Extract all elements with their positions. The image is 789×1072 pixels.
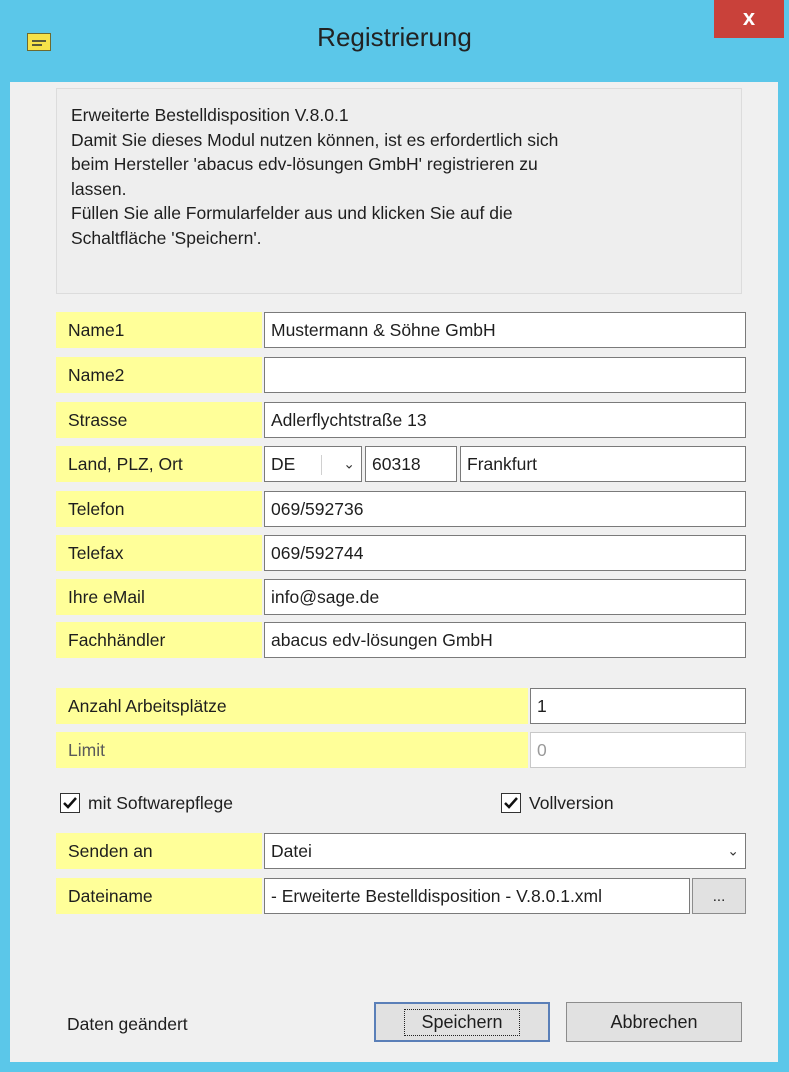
save-button-label: Speichern xyxy=(404,1008,520,1036)
fachhaendler-label: Fachhändler xyxy=(56,622,262,658)
info-line: Erweiterte Bestelldisposition V.8.0.1 xyxy=(71,105,349,125)
telefon-field[interactable]: 069/592736 xyxy=(264,491,746,527)
land-select[interactable]: DE ⌄ xyxy=(264,446,362,482)
cancel-button[interactable]: Abbrechen xyxy=(566,1002,742,1042)
combo-divider xyxy=(321,455,322,475)
email-label: Ihre eMail xyxy=(56,579,262,615)
checkmark-icon xyxy=(63,797,77,809)
land-plz-ort-label: Land, PLZ, Ort xyxy=(56,446,262,482)
telefax-label: Telefax xyxy=(56,535,262,571)
vollversion-label[interactable]: Vollversion xyxy=(529,793,614,814)
chevron-down-icon[interactable]: ⌄ xyxy=(343,456,355,473)
registration-window: Registrierung x Erweiterte Bestelldispos… xyxy=(0,0,789,1072)
checkmark-icon xyxy=(504,797,518,809)
fachhaendler-field[interactable]: abacus edv-lösungen GmbH xyxy=(264,622,746,658)
dateiname-label: Dateiname xyxy=(56,878,262,914)
info-line: Schaltfläche 'Speichern'. xyxy=(71,227,262,248)
name2-field[interactable] xyxy=(264,357,746,393)
status-text: Daten geändert xyxy=(67,1014,188,1034)
strasse-field[interactable]: Adlerflychtstraße 13 xyxy=(264,402,746,438)
info-line: lassen. xyxy=(71,178,127,199)
plz-field[interactable]: 60318 xyxy=(365,446,457,482)
dateiname-field[interactable]: - Erweiterte Bestelldisposition - V.8.0.… xyxy=(264,878,690,914)
softwarepflege-label[interactable]: mit Softwarepflege xyxy=(88,793,233,814)
limit-label: Limit xyxy=(56,732,528,768)
browse-button[interactable]: ... xyxy=(692,878,746,914)
anzahl-label: Anzahl Arbeitsplätze xyxy=(56,688,528,724)
info-line: Damit Sie dieses Modul nutzen können, is… xyxy=(71,129,559,150)
window-title: Registrierung xyxy=(317,22,472,52)
name2-label: Name2 xyxy=(56,357,262,393)
vollversion-checkbox[interactable] xyxy=(501,793,521,813)
senden-an-value: Datei xyxy=(271,840,312,861)
telefon-label: Telefon xyxy=(56,491,262,527)
senden-an-select[interactable]: Datei ⌄ xyxy=(264,833,746,869)
chevron-down-icon[interactable]: ⌄ xyxy=(727,843,739,860)
land-value: DE xyxy=(271,453,296,474)
name1-field[interactable]: Mustermann & Söhne GmbH xyxy=(264,312,746,348)
info-line: beim Hersteller 'abacus edv-lösungen Gmb… xyxy=(71,154,538,174)
strasse-label: Strasse xyxy=(56,402,262,438)
save-button[interactable]: Speichern xyxy=(374,1002,550,1042)
limit-field: 0 xyxy=(530,732,746,768)
email-field[interactable]: info@sage.de xyxy=(264,579,746,615)
info-box: Erweiterte Bestelldisposition V.8.0.1 Da… xyxy=(56,88,742,294)
anzahl-field[interactable]: 1 xyxy=(530,688,746,724)
ort-field[interactable]: Frankfurt xyxy=(460,446,746,482)
info-line: Füllen Sie alle Formularfelder aus und k… xyxy=(71,203,513,223)
dialog-body: Erweiterte Bestelldisposition V.8.0.1 Da… xyxy=(10,82,778,1062)
senden-an-label: Senden an xyxy=(56,833,262,869)
name1-label: Name1 xyxy=(56,312,262,348)
softwarepflege-checkbox[interactable] xyxy=(60,793,80,813)
close-button[interactable]: x xyxy=(714,0,784,38)
telefax-field[interactable]: 069/592744 xyxy=(264,535,746,571)
title-bar[interactable]: Registrierung x xyxy=(0,0,789,80)
